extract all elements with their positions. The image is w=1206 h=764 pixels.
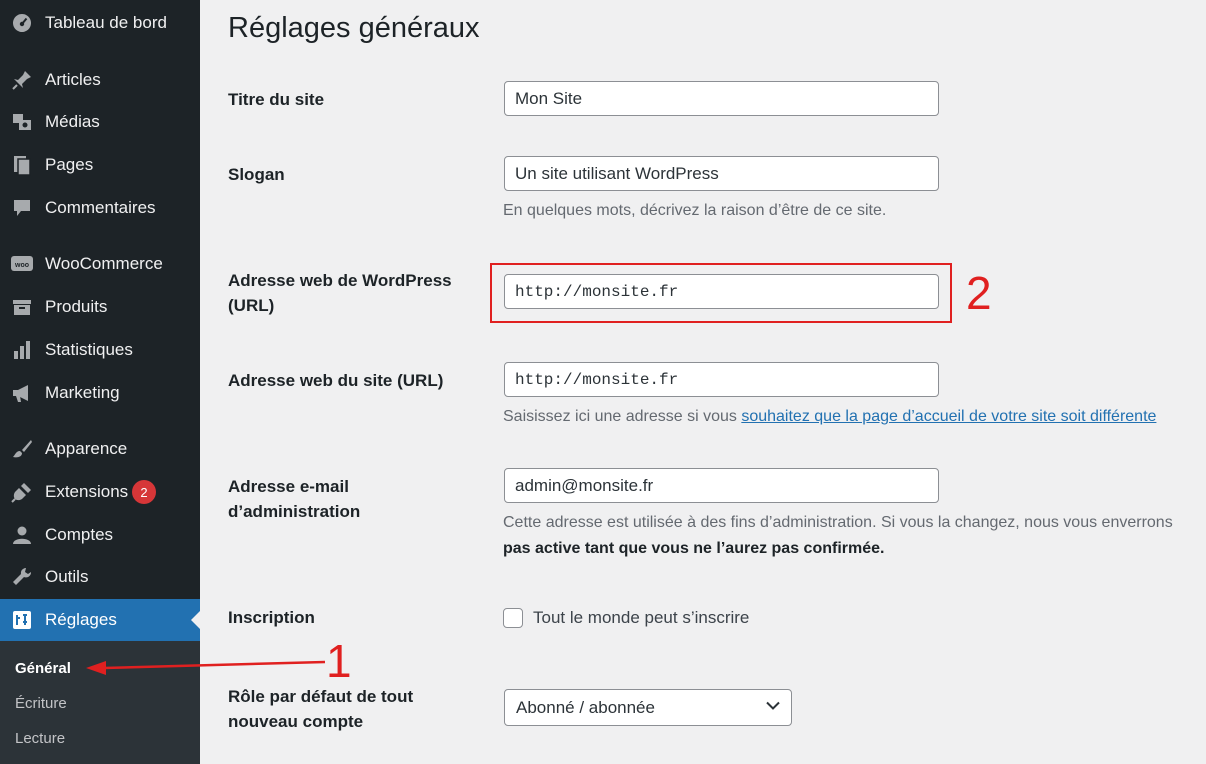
admin-email-input[interactable]: [504, 468, 939, 503]
membership-label: Inscription: [228, 608, 315, 627]
site-url-help-link[interactable]: souhaitez que la page d’accueil de votre…: [741, 408, 1156, 425]
chevron-down-icon: [765, 697, 781, 718]
media-icon: [10, 110, 34, 134]
menu-label: Tableau de bord: [45, 13, 167, 32]
submenu-general[interactable]: Général: [15, 660, 71, 677]
menu-item-woocommerce[interactable]: woo WooCommerce: [0, 244, 200, 284]
menu-item-extensions[interactable]: Extensions 2: [0, 472, 200, 512]
menu-item-appearance[interactable]: Apparence: [0, 429, 200, 469]
user-icon: [10, 523, 34, 547]
menu-item-settings[interactable]: Réglages: [0, 599, 200, 641]
menu-label: WooCommerce: [45, 254, 163, 273]
annotation-step-1: 1: [326, 635, 352, 687]
menu-item-medias[interactable]: Médias: [0, 102, 200, 142]
wordpress-url-label-line1: Adresse web de WordPress: [228, 271, 452, 290]
menu-item-tools[interactable]: Outils: [0, 557, 200, 597]
menu-label: Réglages: [45, 610, 117, 629]
plugin-icon: [10, 480, 34, 504]
menu-label: Produits: [45, 297, 108, 316]
menu-item-dashboard[interactable]: Tableau de bord: [0, 3, 200, 43]
page-title: Réglages généraux: [228, 12, 480, 44]
menu-label: Marketing: [45, 383, 120, 402]
svg-text:woo: woo: [14, 262, 29, 269]
menu-item-marketing[interactable]: Marketing: [0, 373, 200, 413]
megaphone-icon: [10, 381, 34, 405]
comment-icon: [10, 196, 34, 220]
default-role-label-line2: nouveau compte: [228, 712, 364, 731]
woocommerce-icon: woo: [10, 252, 34, 276]
default-role-label-line1: Rôle par défaut de tout: [228, 687, 414, 706]
stats-icon: [10, 338, 34, 362]
wordpress-url-label-line2: (URL): [228, 296, 275, 315]
menu-label: Pages: [45, 155, 94, 174]
update-count-badge: 2: [132, 480, 156, 504]
menu-item-stats[interactable]: Statistiques: [0, 330, 200, 370]
tagline-label: Slogan: [228, 165, 285, 184]
admin-email-description-line2: pas active tant que vous ne l’aurez pas …: [503, 540, 885, 557]
annotation-highlight-box: [490, 263, 952, 323]
site-url-description-text: Saisissez ici une adresse si vous: [503, 408, 742, 425]
menu-item-products[interactable]: Produits: [0, 287, 200, 327]
site-title-label: Titre du site: [228, 90, 325, 109]
admin-email-label-line1: Adresse e-mail: [228, 477, 349, 496]
submenu-reading[interactable]: Lecture: [15, 730, 65, 747]
site-title-input[interactable]: [504, 81, 939, 116]
annotation-arrow: [86, 660, 326, 675]
tagline-input[interactable]: [504, 156, 939, 191]
site-url-description: Saisissez ici une adresse si vous souhai…: [503, 404, 1156, 430]
menu-label: Médias: [45, 112, 100, 131]
menu-label: Statistiques: [45, 340, 133, 359]
menu-item-accounts[interactable]: Comptes: [0, 515, 200, 555]
annotation-step-2: 2: [966, 267, 992, 319]
admin-email-label-line2: d’administration: [228, 502, 361, 521]
membership-checkbox[interactable]: [503, 608, 523, 628]
menu-item-articles[interactable]: Articles: [0, 60, 200, 100]
menu-label: Commentaires: [45, 198, 156, 217]
pages-icon: [10, 153, 34, 177]
menu-label: Extensions: [45, 482, 129, 501]
default-role-select[interactable]: Abonné / abonnée: [504, 689, 792, 726]
wrench-icon: [10, 565, 34, 589]
admin-email-description: Cette adresse est utilisée à des fins d’…: [503, 510, 1173, 562]
menu-label: Apparence: [45, 439, 128, 458]
membership-checkbox-label[interactable]: Tout le monde peut s’inscrire: [533, 605, 749, 631]
submenu-writing[interactable]: Écriture: [15, 695, 67, 712]
pin-icon: [10, 68, 34, 92]
menu-item-pages[interactable]: Pages: [0, 145, 200, 185]
dashboard-icon: [10, 11, 34, 35]
menu-label: Outils: [45, 567, 89, 586]
default-role-label: Rôle par défaut de tout nouveau compte: [228, 684, 468, 734]
tagline-description: En quelques mots, décrivez la raison d’ê…: [503, 202, 887, 219]
site-url-input[interactable]: [504, 362, 939, 397]
menu-label: Articles: [45, 70, 101, 89]
products-icon: [10, 295, 34, 319]
admin-sidebar: Tableau de bord Articles Médias Pages Co…: [0, 0, 200, 764]
site-url-label: Adresse web du site (URL): [228, 371, 444, 390]
wordpress-url-label: Adresse web de WordPress (URL): [228, 268, 468, 318]
admin-email-description-line1: Cette adresse est utilisée à des fins d’…: [503, 514, 1173, 531]
settings-icon: [10, 608, 34, 632]
brush-icon: [10, 437, 34, 461]
default-role-value: Abonné / abonnée: [516, 697, 655, 717]
menu-item-comments[interactable]: Commentaires: [0, 188, 200, 228]
menu-label: Comptes: [45, 525, 114, 544]
admin-email-label: Adresse e-mail d’administration: [228, 474, 468, 524]
